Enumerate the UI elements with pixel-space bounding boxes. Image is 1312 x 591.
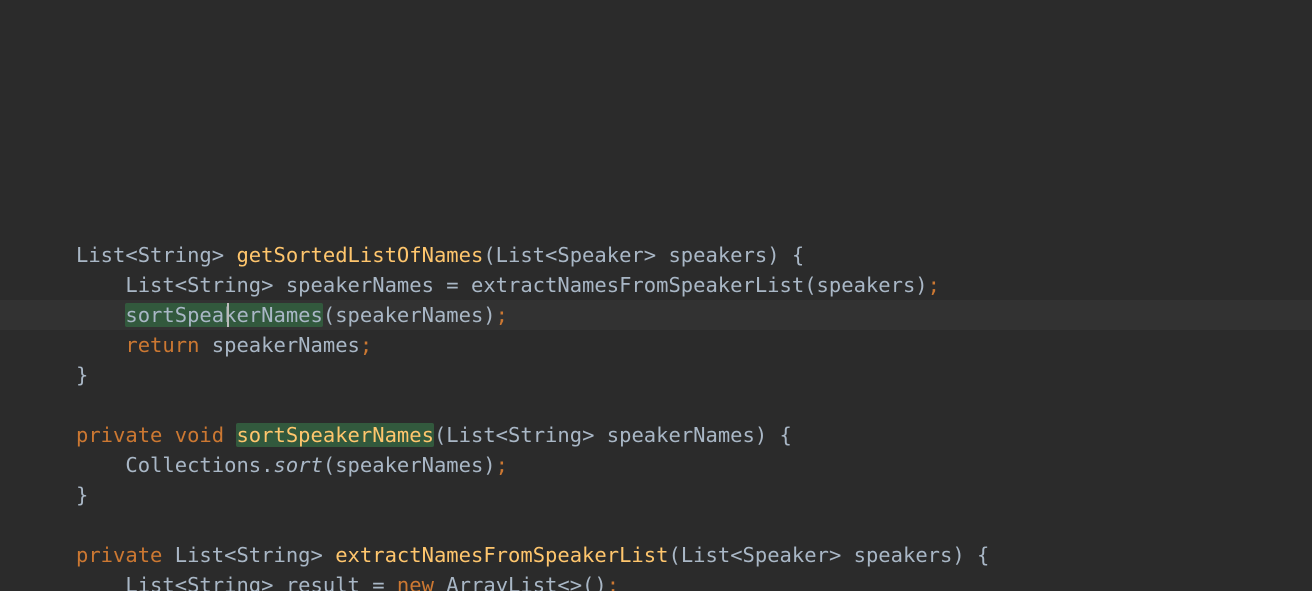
code-line[interactable] <box>0 390 1312 420</box>
code-line[interactable] <box>0 510 1312 540</box>
code-token: List <box>125 273 174 297</box>
code-token: List <box>496 243 545 267</box>
code-line[interactable]: List<String> getSortedListOfNames(List<S… <box>0 240 1312 270</box>
code-token: < <box>545 243 557 267</box>
code-token: Speaker <box>743 543 829 567</box>
code-editor[interactable]: List<String> getSortedListOfNames(List<S… <box>0 0 1312 591</box>
indent <box>76 333 125 357</box>
code-token: ( <box>434 423 446 447</box>
code-token <box>162 543 174 567</box>
code-line[interactable]: private void sortSpeakerNames(List<Strin… <box>0 420 1312 450</box>
code-token: ArrayList<>() <box>434 573 607 591</box>
code-token: Speaker <box>557 243 643 267</box>
code-token: < <box>224 543 236 567</box>
code-token: List <box>76 243 125 267</box>
code-token: > speakerNames) { <box>582 423 792 447</box>
code-token: String <box>187 273 261 297</box>
code-token: List <box>446 423 495 447</box>
code-token: ( <box>668 543 680 567</box>
code-token: ; <box>496 453 508 477</box>
code-token: > <box>311 543 336 567</box>
code-token: return <box>125 333 199 357</box>
indent <box>76 453 125 477</box>
code-token: List <box>175 543 224 567</box>
indent <box>76 573 125 591</box>
code-token: extractNamesFromSpeakerList <box>335 543 668 567</box>
code-line[interactable]: private List<String> extractNamesFromSpe… <box>0 540 1312 570</box>
code-line[interactable]: } <box>0 360 1312 390</box>
code-token: (speakerNames) <box>323 453 496 477</box>
code-line[interactable] <box>0 120 1312 150</box>
code-token: String <box>138 243 212 267</box>
code-token: Collections. <box>125 453 273 477</box>
code-token: < <box>496 423 508 447</box>
code-token: (speakerNames) <box>323 303 496 327</box>
code-token: < <box>125 243 137 267</box>
code-token <box>224 423 236 447</box>
code-line[interactable] <box>0 60 1312 90</box>
code-token: List <box>125 573 174 591</box>
code-token: private <box>76 543 162 567</box>
code-line[interactable]: List<String> result = new ArrayList<>(); <box>0 570 1312 591</box>
code-token: > speakers) { <box>829 543 989 567</box>
code-token: } <box>76 483 88 507</box>
code-line[interactable] <box>0 0 1312 30</box>
code-token: > <box>212 243 237 267</box>
code-token: ( <box>483 243 495 267</box>
code-token: sort <box>273 453 322 477</box>
code-token: speakerNames <box>199 333 359 357</box>
code-token: String <box>508 423 582 447</box>
code-token: ; <box>496 303 508 327</box>
indent <box>76 273 125 297</box>
code-token: ; <box>607 573 619 591</box>
code-token: < <box>175 573 187 591</box>
code-token: List <box>681 543 730 567</box>
code-token: void <box>175 423 224 447</box>
code-token: new <box>397 573 434 591</box>
code-token: > speakerNames = extractNamesFromSpeaker… <box>261 273 927 297</box>
code-line[interactable] <box>0 90 1312 120</box>
code-line[interactable] <box>0 30 1312 60</box>
code-token: sortSpeakerNames <box>125 303 322 327</box>
code-line[interactable]: sortSpeakerNames(speakerNames); <box>0 300 1312 330</box>
code-line[interactable]: } <box>0 480 1312 510</box>
code-token: String <box>187 573 261 591</box>
code-token: ; <box>928 273 940 297</box>
code-area[interactable]: List<String> getSortedListOfNames(List<S… <box>0 0 1312 591</box>
code-token: String <box>236 543 310 567</box>
code-token: > result = <box>261 573 397 591</box>
code-line[interactable] <box>0 150 1312 180</box>
code-token: } <box>76 363 88 387</box>
code-line[interactable] <box>0 210 1312 240</box>
code-token: ; <box>360 333 372 357</box>
code-token <box>162 423 174 447</box>
caret <box>227 303 229 327</box>
code-line[interactable]: return speakerNames; <box>0 330 1312 360</box>
code-line[interactable] <box>0 180 1312 210</box>
indent <box>76 303 125 327</box>
code-token: getSortedListOfNames <box>236 243 483 267</box>
code-token: > speakers) { <box>644 243 804 267</box>
code-token: sortSpeakerNames <box>236 423 433 447</box>
code-line[interactable]: List<String> speakerNames = extractNames… <box>0 270 1312 300</box>
code-token: private <box>76 423 162 447</box>
code-token: < <box>730 543 742 567</box>
code-line[interactable]: Collections.sort(speakerNames); <box>0 450 1312 480</box>
code-token: < <box>175 273 187 297</box>
